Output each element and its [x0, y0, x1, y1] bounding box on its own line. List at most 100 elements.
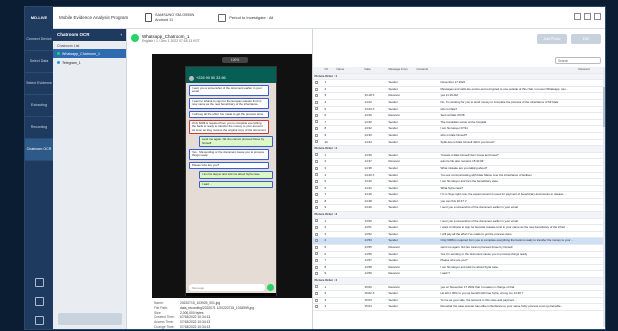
chatroom-action-button[interactable] [58, 313, 122, 325]
table-row[interactable]: 4 15:04 Sender Remebar the case woman has e… [313, 303, 605, 311]
table-row[interactable]: 7 14:32 Sender The Canadian owner at the ho… [313, 119, 605, 127]
scrollbar-thumb[interactable] [603, 87, 605, 127]
nav-recording[interactable]: Recording [25, 117, 53, 139]
table-row[interactable]: 4 14:22 Sender No. I'm working for you to s… [313, 99, 605, 107]
period-selector[interactable]: Period to Investigate : All [218, 13, 273, 22]
cell-n: 3 [323, 297, 335, 305]
chatroom-item-whatsapp[interactable]: Whatsapp_Chatroom_1 [53, 49, 126, 58]
row-checkbox[interactable] [314, 186, 318, 190]
group-row[interactable]: Picture Order : 2 [313, 145, 605, 153]
group-row[interactable]: Picture Order : 1 [313, 73, 605, 81]
row-checkbox[interactable] [314, 245, 318, 249]
table-row[interactable]: 2 14:51 Sender I want to Ghana to sign for … [313, 224, 605, 232]
table-row[interactable]: 9 14:59 Receiver I said ? [313, 270, 605, 278]
row-checkbox[interactable] [314, 219, 318, 223]
table-row[interactable]: 1 Sender November 17 2022 [313, 79, 605, 87]
edit-button[interactable]: Edit [571, 34, 601, 44]
row-checkbox[interactable] [314, 87, 318, 91]
group-row[interactable]: Picture Order : 3 [313, 211, 605, 219]
row-checkbox[interactable] [314, 80, 318, 84]
image-canvas[interactable]: 100% +226 90 50 33 66 I sent you a scree… [152, 54, 312, 298]
table-row[interactable]: 2 15:02 X Sender He left it 30% to you as b… [313, 290, 605, 298]
chatroom-item-telegram[interactable]: Telegram_1 [53, 58, 126, 67]
table-row[interactable]: 6 14:56 Sender Yes I'm sending or the docum… [313, 251, 605, 259]
cell-n: 5 [323, 244, 335, 252]
table-row[interactable]: 8 14:58 Receiver I am his lawyer and told m… [313, 264, 605, 272]
row-checkbox[interactable] [314, 272, 318, 276]
table-row[interactable]: 6 14:42 Sender What Syria case? [313, 185, 605, 193]
row-checkbox[interactable] [314, 107, 318, 111]
table-row[interactable]: 2 Sender Messages and calls are end-to-end… [313, 86, 605, 94]
cell-content: was he life also remains 15:40 ## [439, 158, 577, 166]
zoom-control[interactable]: 100% [222, 57, 248, 63]
table-row[interactable]: 8 14:32 Sender I am his lawyer 07/31 [313, 125, 605, 133]
table-row[interactable]: 3 14:52 Sender I will pay all the effort I'… [313, 231, 605, 239]
viewer-subtitle: English / 1 / Dec 1 2022 07:18:13 KST [142, 38, 200, 43]
row-checkbox[interactable] [314, 285, 318, 289]
row-checkbox[interactable] [314, 94, 318, 98]
row-checkbox[interactable] [314, 153, 318, 157]
row-checkbox[interactable] [314, 265, 318, 269]
nav-select-data[interactable]: Select Data [25, 51, 53, 73]
table-row[interactable]: 4 14:40 X Sender You are communicating with… [313, 172, 605, 180]
table-row[interactable]: 1 14:50 Sender I sent you a screenshot of t… [313, 218, 605, 226]
close-icon[interactable] [594, 13, 601, 20]
row-checkbox[interactable] [314, 206, 318, 210]
row-checkbox[interactable] [314, 252, 318, 256]
row-checkbox[interactable] [314, 127, 318, 131]
row-checkbox[interactable] [314, 305, 318, 309]
collapse-icon[interactable]: ‹ [121, 32, 123, 38]
report-icon[interactable] [34, 278, 44, 287]
minimize-icon[interactable] [574, 13, 581, 20]
row-checkbox[interactable] [314, 199, 318, 203]
table-row[interactable]: 10 14:34 Sender Sybil-Ace is Dale himself d… [313, 139, 605, 147]
maximize-icon[interactable] [584, 13, 591, 20]
table-row[interactable]: 5 14:55 Receiver send me again. Nd cko cann… [313, 244, 605, 252]
device-selector[interactable]: SAMSUNG SM-G955N Android 11 [145, 13, 194, 23]
row-checkbox[interactable] [314, 193, 318, 197]
row-checkbox[interactable] [314, 258, 318, 262]
cell-date: 14:32 [363, 119, 387, 127]
row-checkbox[interactable] [314, 120, 318, 124]
table-row[interactable]: 7 14:46 Sender I'm in Togo right now, the s… [313, 191, 605, 199]
folder-icon[interactable] [34, 297, 44, 306]
table-row[interactable]: 9 14:49 Sender I sent you a screenshot of t… [313, 204, 605, 213]
table-row[interactable]: 5 14:40 Sender I am his lawyer and he's the… [313, 178, 605, 186]
table-row[interactable]: 3 13:18 X Receiver yes 11:19 AM [313, 92, 605, 100]
table-row[interactable]: 4 14:53 Sender Only 600$ is required from y… [313, 237, 605, 246]
nav-select-evidence[interactable]: Select Evidence [25, 73, 53, 95]
nav-connect-device[interactable]: Connect Device [25, 29, 53, 51]
nav-extracting[interactable]: Extracting [25, 95, 53, 117]
row-checkbox[interactable] [314, 225, 318, 229]
group-row[interactable]: Picture Order : 4 [313, 277, 605, 285]
table-row[interactable]: 6 14:29 Receiver Sent at Dale 07/28 [313, 112, 605, 120]
settings-icon[interactable] [34, 316, 44, 325]
table-row[interactable]: 1 15:00 Receiver yes on November 17 2022 th… [313, 284, 605, 292]
row-checkbox[interactable] [314, 298, 318, 302]
table-row[interactable]: 8 14:48 Sender you can this 16:47 V [313, 198, 605, 206]
row-checkbox[interactable] [314, 133, 318, 137]
table-row[interactable]: 3 14:38 Sender What mistake are you talking… [313, 165, 605, 173]
row-checkbox[interactable] [314, 113, 318, 117]
row-checkbox[interactable] [314, 173, 318, 177]
nav-chatroom-ocr[interactable]: Chatroom OCR [25, 139, 53, 161]
add-photo-button[interactable]: Add Photo [537, 34, 567, 44]
row-checkbox[interactable] [314, 100, 318, 104]
table-scrollbar[interactable] [603, 67, 605, 327]
row-checkbox[interactable] [314, 140, 318, 144]
table-row[interactable]: 5 14:23 X Sender who is Dale? [313, 106, 605, 114]
table-row[interactable]: 7 14:57 Sender Please who are you? [313, 257, 605, 265]
row-checkbox[interactable] [314, 291, 318, 295]
search-input[interactable]: Search [555, 57, 601, 64]
table-row[interactable]: 1 14:36 Sender Yourate a Dale himself don't… [313, 152, 605, 160]
phone-screenshot: +226 90 50 33 66 I sent you a screenshot… [185, 66, 277, 296]
row-checkbox[interactable] [314, 232, 318, 236]
row-checkbox[interactable] [314, 166, 318, 170]
table-row[interactable]: 9 14:33 Sender who is Dale himself? [313, 132, 605, 140]
table-row[interactable]: 2 14:37 Receiver was he life also remains 1… [313, 158, 605, 166]
row-checkbox[interactable] [314, 179, 318, 183]
table-row[interactable]: 3 15:03 Sender To me as your side, the acco… [313, 297, 605, 305]
row-checkbox[interactable] [314, 160, 318, 164]
checkbox-cell [313, 86, 323, 94]
row-checkbox[interactable] [314, 239, 318, 243]
